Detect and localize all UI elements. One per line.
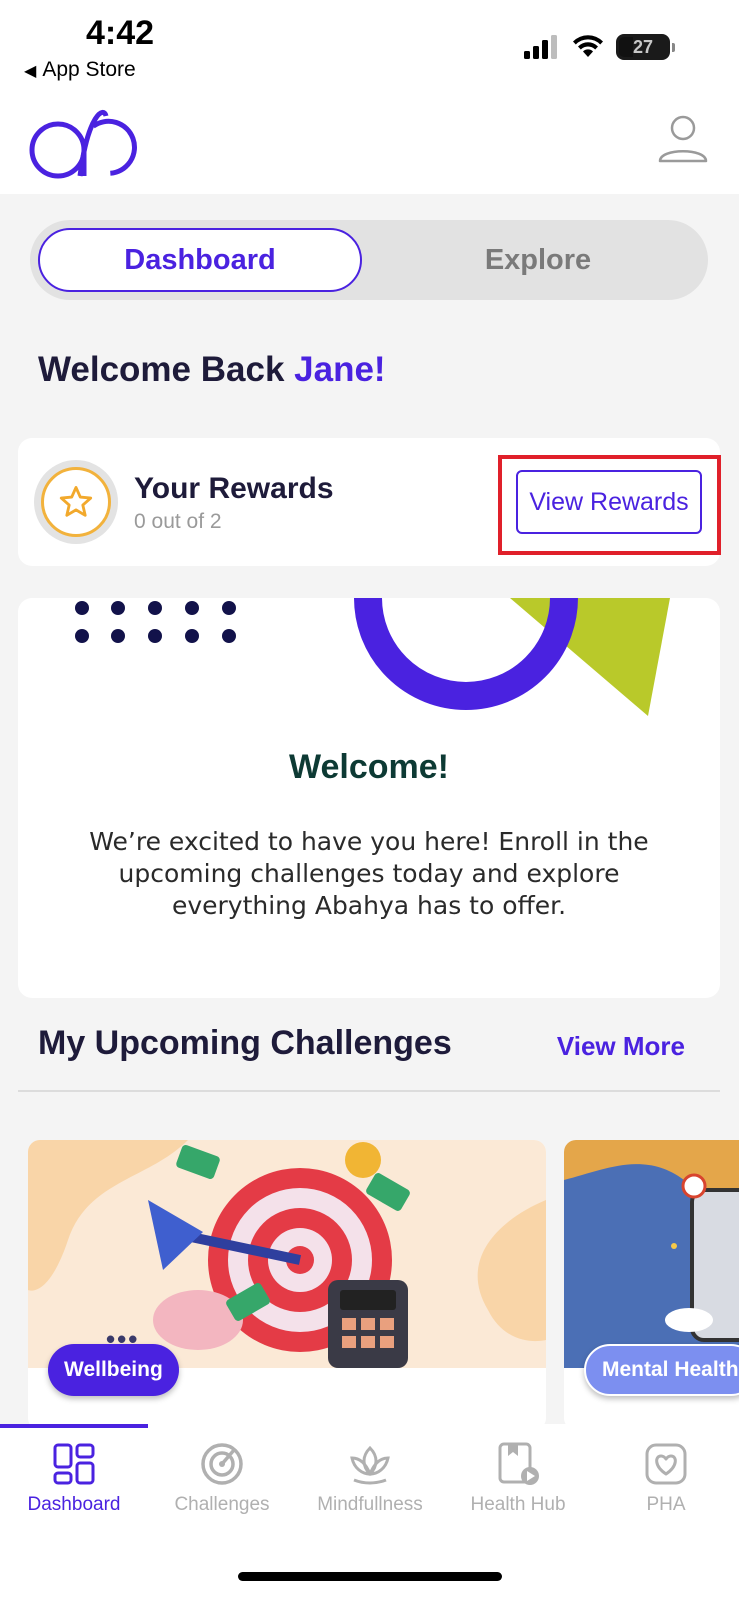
heart-icon bbox=[645, 1443, 687, 1485]
section-divider bbox=[18, 1090, 720, 1092]
battery-level: 27 bbox=[632, 36, 654, 57]
highlight-box bbox=[498, 455, 721, 555]
welcome-decoration bbox=[75, 598, 670, 716]
nav-dashboard[interactable]: Dashboard bbox=[0, 1442, 148, 1516]
nav-health-hub[interactable]: Health Hub bbox=[444, 1442, 592, 1516]
view-more-link[interactable]: View More bbox=[557, 1031, 685, 1062]
nav-challenges-label: Challenges bbox=[174, 1494, 270, 1515]
welcome-card: Welcome! We’re excited to have you here!… bbox=[18, 598, 720, 998]
star-icon bbox=[59, 486, 93, 517]
back-to-app-store-link[interactable]: ◀ App Store bbox=[24, 58, 136, 82]
nav-pha-label: PHA bbox=[646, 1494, 686, 1515]
challenges-icon bbox=[201, 1443, 243, 1485]
nav-health-hub-label: Health Hub bbox=[470, 1494, 566, 1515]
nav-mindfullness-label: Mindfullness bbox=[317, 1494, 423, 1515]
wifi-icon bbox=[573, 35, 603, 57]
category-badge-mental-health: Mental Health bbox=[584, 1344, 739, 1396]
abahya-logo-icon[interactable] bbox=[28, 104, 138, 184]
challenge-card-wellbeing[interactable]: ••• Wellbeing bbox=[28, 1140, 546, 1430]
status-time: 4:42 bbox=[86, 14, 155, 52]
rewards-title: Your Rewards bbox=[134, 472, 334, 505]
page-greeting: Welcome Back Jane! bbox=[38, 350, 386, 390]
active-tab-indicator bbox=[0, 1424, 148, 1428]
status-bar: 4:42 ◀ App Store 27 bbox=[0, 0, 739, 98]
home-indicator bbox=[238, 1572, 502, 1581]
challenge-image-phone bbox=[564, 1140, 739, 1368]
nav-challenges[interactable]: Challenges bbox=[148, 1442, 296, 1516]
upcoming-challenges-title: My Upcoming Challenges bbox=[38, 1024, 452, 1062]
status-icons: 27 bbox=[524, 34, 675, 60]
tab-dashboard[interactable]: Dashboard bbox=[38, 228, 362, 292]
greeting-name: Jane! bbox=[294, 350, 386, 389]
cellular-signal-icon bbox=[524, 35, 557, 59]
battery-icon: 27 bbox=[616, 34, 670, 60]
nav-mindfullness[interactable]: Mindfullness bbox=[296, 1442, 444, 1516]
health-hub-icon bbox=[498, 1442, 539, 1485]
back-triangle-icon: ◀ bbox=[24, 63, 37, 80]
nav-dashboard-label: Dashboard bbox=[27, 1494, 121, 1515]
greeting-prefix: Welcome Back bbox=[38, 350, 295, 389]
user-profile-icon[interactable] bbox=[657, 112, 709, 164]
lotus-icon bbox=[350, 1445, 390, 1485]
welcome-heading: Welcome! bbox=[289, 748, 449, 786]
rewards-badge bbox=[34, 460, 118, 544]
category-badge-wellbeing: Wellbeing bbox=[48, 1344, 179, 1396]
battery-nub bbox=[672, 42, 675, 52]
dashboard-explore-tabs: Dashboard Explore bbox=[30, 220, 708, 300]
back-link-label: App Store bbox=[42, 58, 136, 81]
nav-pha[interactable]: PHA bbox=[592, 1442, 739, 1516]
app-header bbox=[0, 98, 739, 194]
welcome-body: We’re excited to have you here! Enroll i… bbox=[89, 827, 649, 920]
challenge-card-mental-health[interactable]: Mental Health bbox=[564, 1140, 739, 1430]
tab-explore[interactable]: Explore bbox=[376, 228, 700, 292]
rewards-progress: 0 out of 2 bbox=[134, 510, 222, 533]
dashboard-icon bbox=[53, 1443, 95, 1485]
